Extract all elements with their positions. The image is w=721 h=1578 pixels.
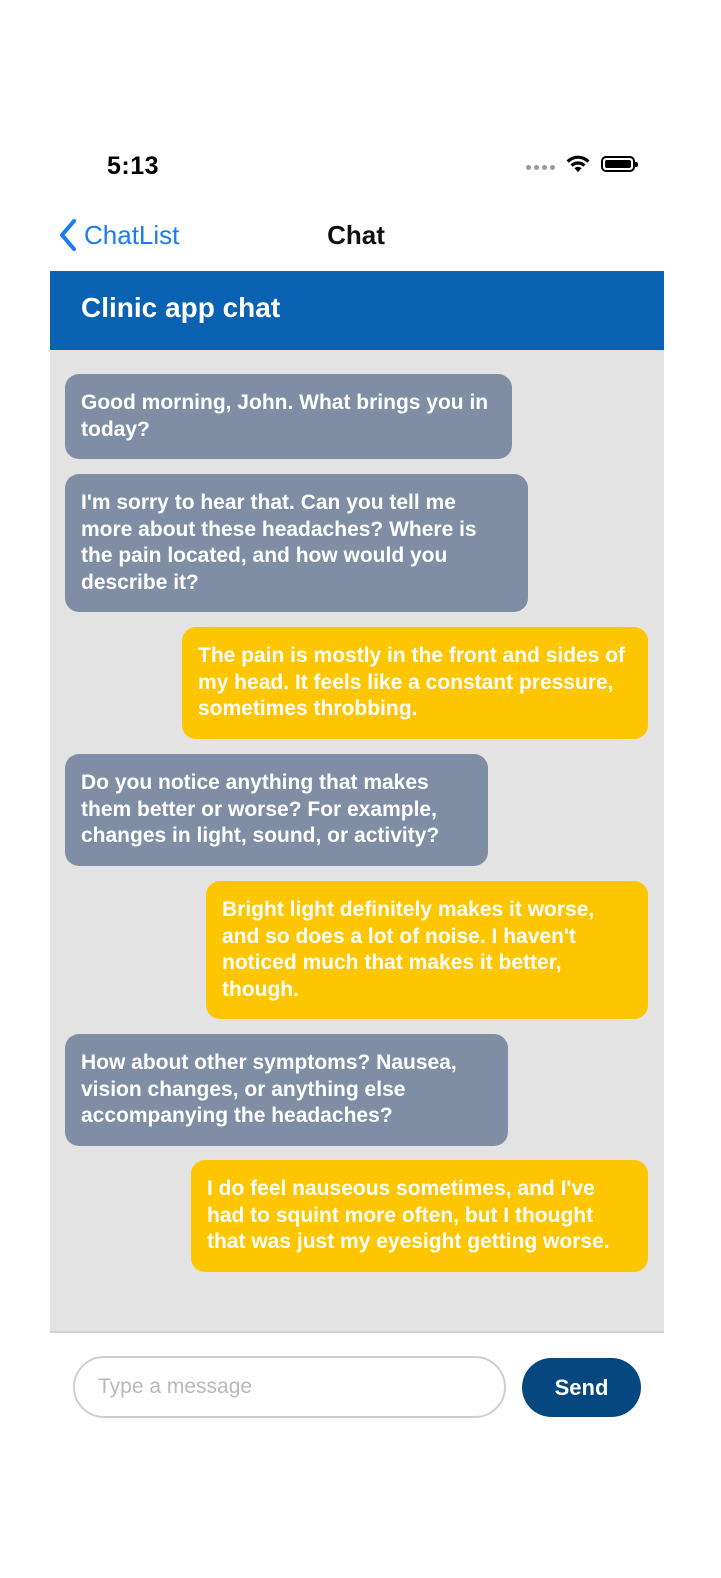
message-text: Good morning, John. What brings you in t…: [81, 391, 489, 441]
message-bubble-incoming: I'm sorry to hear that. Can you tell me …: [65, 474, 528, 612]
message-input[interactable]: [73, 1356, 506, 1418]
status-time: 5:13: [107, 152, 160, 180]
message-bubble-incoming: Good morning, John. What brings you in t…: [65, 374, 512, 459]
chat-header: Clinic app chat: [50, 271, 664, 350]
message-text: Bright light definitely makes it worse, …: [222, 898, 595, 1001]
message-text: I'm sorry to hear that. Can you tell me …: [81, 491, 477, 594]
wifi-icon: [566, 155, 590, 172]
message-bubble-incoming: How about other symptoms? Nausea, vision…: [65, 1034, 508, 1146]
chat-header-title: Clinic app chat: [81, 292, 281, 323]
battery-icon: [601, 156, 638, 172]
chat-screen: 5:13 ChatList Chat Clinic app chat Good …: [0, 0, 721, 1578]
message-text: I do feel nauseous sometimes, and I've h…: [207, 1177, 610, 1253]
nav-title: Chat: [327, 220, 385, 250]
status-icons: [526, 154, 638, 174]
signal-dots-icon: [526, 164, 555, 170]
message-bubble-outgoing: I do feel nauseous sometimes, and I've h…: [191, 1160, 648, 1272]
message-bubble-outgoing: Bright light definitely makes it worse, …: [206, 881, 648, 1019]
message-text: How about other symptoms? Nausea, vision…: [81, 1051, 457, 1127]
message-bubble-incoming: Do you notice anything that makes them b…: [65, 754, 488, 866]
message-bubble-outgoing: The pain is mostly in the front and side…: [182, 627, 648, 739]
send-button[interactable]: Send: [522, 1358, 641, 1417]
message-text: The pain is mostly in the front and side…: [198, 644, 626, 720]
message-text: Do you notice anything that makes them b…: [81, 771, 440, 847]
message-list[interactable]: Good morning, John. What brings you in t…: [50, 350, 664, 1333]
